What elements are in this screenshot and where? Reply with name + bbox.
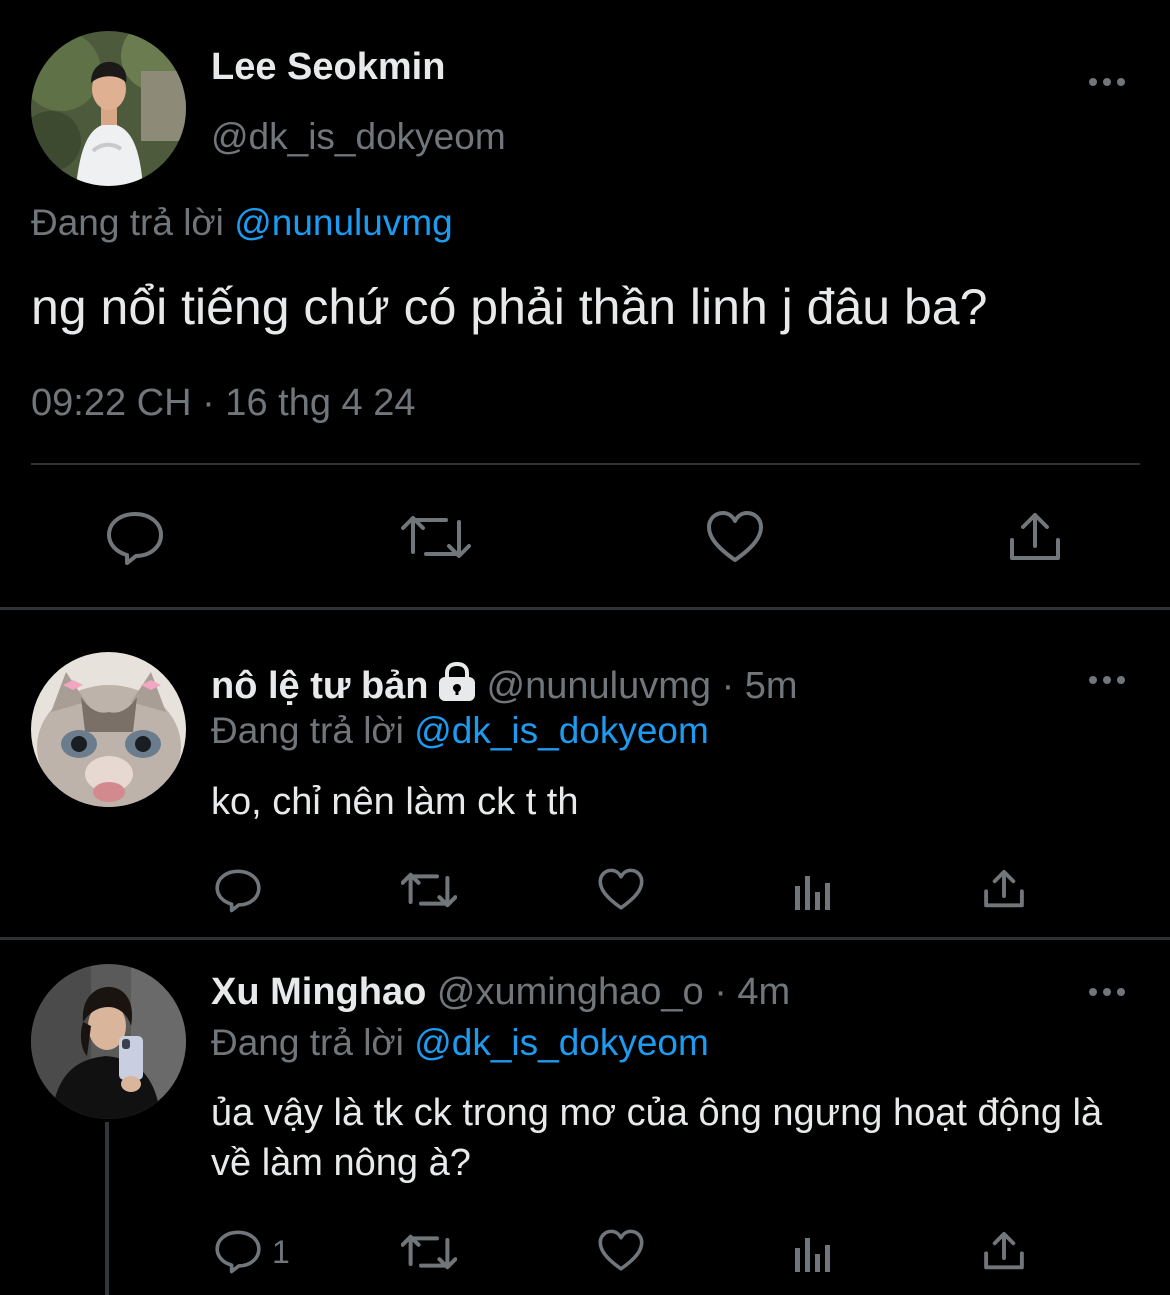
tweet-text: ng nổi tiếng chứ có phải thần linh j đâu… xyxy=(31,279,988,335)
analytics-icon[interactable] xyxy=(793,1234,833,1272)
more-options-icon[interactable] xyxy=(1087,982,1127,1002)
author-handle[interactable]: @nunuluvmg xyxy=(487,665,711,707)
avatar-photo xyxy=(31,652,186,807)
avatar-photo xyxy=(31,964,186,1119)
like-icon[interactable] xyxy=(705,510,765,564)
avatar[interactable] xyxy=(31,652,186,807)
author-handle[interactable]: @dk_is_dokyeom xyxy=(211,116,506,158)
avatar[interactable] xyxy=(31,964,186,1119)
reply-count: 1 xyxy=(272,1234,290,1270)
divider xyxy=(31,463,1140,465)
reply-tweet[interactable]: Xu Minghao @xuminghao_o · 4m Đang trả lờ… xyxy=(0,940,1170,1295)
replying-to-mention[interactable]: @nunuluvmg xyxy=(234,202,453,243)
like-icon[interactable] xyxy=(597,1229,645,1272)
author-name[interactable]: nô lệ tư bản xyxy=(211,665,429,707)
more-options-icon[interactable] xyxy=(1087,670,1127,690)
reply-tweet[interactable]: nô lệ tư bản @nunuluvmg · 5m Đang trả lời… xyxy=(0,610,1170,937)
retweet-icon[interactable] xyxy=(401,870,457,910)
analytics-icon[interactable] xyxy=(793,872,833,910)
replying-to: Đang trả lời @dk_is_dokyeom xyxy=(211,1022,709,1064)
share-icon[interactable] xyxy=(982,868,1026,910)
tweet-text: ko, chỉ nên làm ck t th xyxy=(211,781,579,823)
author-handle[interactable]: @xuminghao_o xyxy=(437,971,704,1013)
tweet-text: ủa vậy là tk ck trong mơ của ông ngưng h… xyxy=(211,1092,1103,1184)
replying-to: Đang trả lời @nunuluvmg xyxy=(31,202,453,244)
relative-time[interactable]: 4m xyxy=(737,971,790,1013)
like-icon[interactable] xyxy=(597,868,645,911)
avatar-photo xyxy=(31,31,186,186)
share-icon[interactable] xyxy=(982,1230,1026,1272)
replying-to-label: Đang trả lời xyxy=(211,1022,404,1063)
replying-to-label: Đang trả lời xyxy=(211,710,404,751)
dot-separator: · xyxy=(721,665,735,707)
reply-header: nô lệ tư bản @nunuluvmg · 5m xyxy=(211,662,798,708)
reply-header: Xu Minghao @xuminghao_o · 4m xyxy=(211,971,790,1014)
avatar[interactable] xyxy=(31,31,186,186)
main-tweet: Lee Seokmin @dk_is_dokyeom Đang trả lời … xyxy=(0,0,1170,608)
retweet-icon[interactable] xyxy=(401,1232,457,1272)
replying-to-mention[interactable]: @dk_is_dokyeom xyxy=(414,1022,709,1063)
reply-icon[interactable] xyxy=(105,510,165,566)
dot-separator: · xyxy=(714,971,727,1013)
replying-to: Đang trả lời @dk_is_dokyeom xyxy=(211,710,709,752)
relative-time[interactable]: 5m xyxy=(745,665,798,707)
reply-icon[interactable] xyxy=(214,868,262,913)
share-icon[interactable] xyxy=(1007,510,1063,564)
lock-icon xyxy=(435,662,479,702)
more-options-icon[interactable] xyxy=(1087,72,1127,92)
author-name[interactable]: Xu Minghao xyxy=(211,971,426,1013)
reply-icon[interactable] xyxy=(214,1229,262,1274)
author-name[interactable]: Lee Seokmin xyxy=(211,46,445,89)
replying-to-mention[interactable]: @dk_is_dokyeom xyxy=(414,710,709,751)
replying-to-label: Đang trả lời xyxy=(31,202,224,243)
retweet-icon[interactable] xyxy=(401,512,471,562)
tweet-timestamp[interactable]: 09:22 CH · 16 thg 4 24 xyxy=(31,382,415,425)
